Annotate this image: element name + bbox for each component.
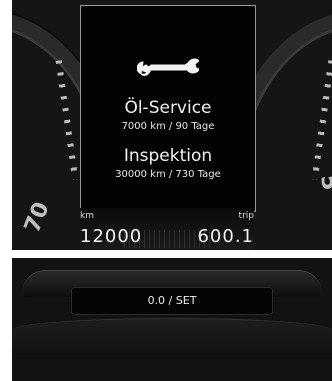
km-label: km xyxy=(80,211,94,221)
set-display: 0.0 / SET xyxy=(72,288,272,314)
inspection-due: 30000 km / 730 Tage xyxy=(115,169,221,180)
lower-cluster-panel: 0.0 / SET xyxy=(12,258,332,381)
oil-service-due: 7000 km / 90 Tage xyxy=(121,121,215,132)
trip-label: trip xyxy=(238,211,254,221)
inspection-title: Inspektion xyxy=(123,146,213,166)
wrench-icon xyxy=(137,58,199,76)
lower-curve xyxy=(12,318,332,359)
oil-service-title: Öl-Service xyxy=(124,98,212,118)
separator-band xyxy=(0,250,332,258)
odometer-strip: km trip 12000 600.1 xyxy=(80,208,254,250)
km-value: 12000 xyxy=(80,226,143,247)
trip-value: 600.1 xyxy=(197,226,254,247)
right-gauge-number: 5 xyxy=(314,172,332,193)
service-display: Öl-Service 7000 km / 90 Tage Inspektion … xyxy=(80,5,256,212)
